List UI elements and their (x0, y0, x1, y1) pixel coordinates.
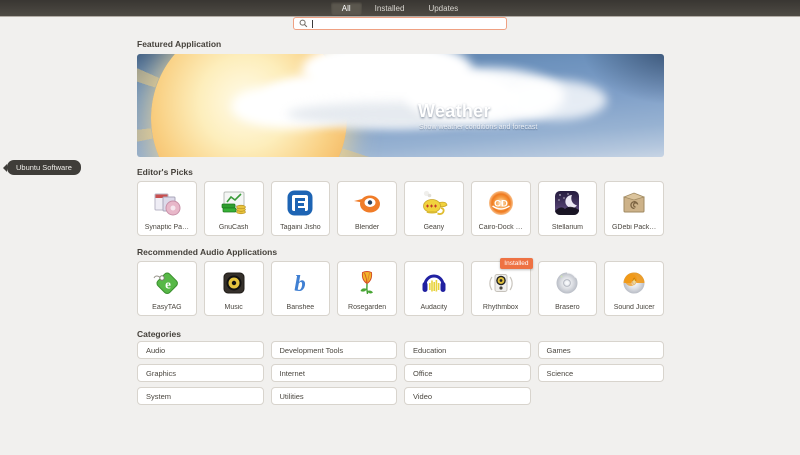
tagaini-jisho-icon (284, 187, 316, 219)
app-tile-sound-juicer[interactable]: Sound Juicer (604, 261, 664, 316)
app-tile-label: GDebi Pack… (612, 224, 656, 231)
app-tile-label: Rosegarden (348, 304, 386, 311)
rosegarden-icon (351, 267, 383, 299)
brasero-icon (551, 267, 583, 299)
section-title-categories: Categories (137, 329, 181, 339)
app-tile-brasero[interactable]: Brasero (538, 261, 598, 316)
synaptic-icon (151, 187, 183, 219)
app-tile-label: Tagaini Jisho (280, 224, 320, 231)
app-tile-tagaini-jisho[interactable]: Tagaini Jisho (271, 181, 331, 236)
app-tile-easytag[interactable]: e EasyTAG (137, 261, 197, 316)
music-icon (218, 267, 250, 299)
category-office[interactable]: Office (404, 364, 531, 382)
svg-text:b: b (295, 271, 307, 296)
app-tile-label: GnuCash (219, 224, 249, 231)
app-tile-label: Synaptic Pa… (145, 224, 189, 231)
app-tile-blender[interactable]: Blender (337, 181, 397, 236)
category-games[interactable]: Games (538, 341, 665, 359)
app-tile-label: EasyTAG (152, 304, 181, 311)
launcher-tooltip: Ubuntu Software (7, 160, 81, 175)
ubuntu-software-window: All Installed Updates Ubuntu Software Fe… (0, 0, 800, 455)
category-audio[interactable]: Audio (137, 341, 264, 359)
app-tile-label: Blender (355, 224, 379, 231)
section-title-featured: Featured Application (137, 39, 221, 49)
installed-badge: Installed (500, 258, 532, 269)
stellarium-icon (551, 187, 583, 219)
geany-icon (418, 187, 450, 219)
editors-picks-grid: Synaptic Pa… G (137, 181, 664, 236)
app-tile-audacity[interactable]: Audacity (404, 261, 464, 316)
category-video[interactable]: Video (404, 387, 531, 405)
banshee-icon: b (284, 267, 316, 299)
gdebi-icon (618, 187, 650, 219)
sound-juicer-icon (618, 267, 650, 299)
category-education[interactable]: Education (404, 341, 531, 359)
app-tile-label: Geany (424, 224, 445, 231)
app-tile-label: Sound Juicer (614, 304, 655, 311)
app-tile-stellarium[interactable]: Stellarium (538, 181, 598, 236)
category-system[interactable]: System (137, 387, 264, 405)
section-title-editors-picks: Editor's Picks (137, 167, 193, 177)
featured-banner[interactable]: Weather Show weather conditions and fore… (137, 54, 664, 157)
category-internet[interactable]: Internet (271, 364, 398, 382)
cloud-graphic (502, 80, 607, 120)
app-tile-music[interactable]: Music (204, 261, 264, 316)
app-tile-label: Banshee (287, 304, 315, 311)
app-tile-label: Music (224, 304, 242, 311)
category-development-tools[interactable]: Development Tools (271, 341, 398, 359)
category-science[interactable]: Science (538, 364, 665, 382)
audacity-icon (418, 267, 450, 299)
app-tile-banshee[interactable]: b Banshee (271, 261, 331, 316)
gnucash-icon (218, 187, 250, 219)
categories-grid: Audio Development Tools Education Games … (137, 341, 664, 405)
category-utilities[interactable]: Utilities (271, 387, 398, 405)
main-content: Featured Application Weather Show weathe… (137, 0, 664, 455)
blender-icon (351, 187, 383, 219)
app-tile-rosegarden[interactable]: Rosegarden (337, 261, 397, 316)
featured-app-description: Show weather conditions and forecast (419, 124, 537, 131)
app-tile-gnucash[interactable]: GnuCash (204, 181, 264, 236)
app-tile-synaptic[interactable]: Synaptic Pa… (137, 181, 197, 236)
app-tile-label: Cairo-Dock … (479, 224, 523, 231)
category-graphics[interactable]: Graphics (137, 364, 264, 382)
app-tile-rhythmbox[interactable]: Installed Rhythmbox (471, 261, 531, 316)
section-title-audio: Recommended Audio Applications (137, 247, 277, 257)
easytag-icon: e (151, 267, 183, 299)
cairo-dock-icon: CD (485, 187, 517, 219)
featured-app-name: Weather (418, 101, 491, 122)
app-tile-label: Rhythmbox (483, 304, 518, 311)
app-tile-label: Brasero (555, 304, 580, 311)
app-tile-geany[interactable]: Geany (404, 181, 464, 236)
audio-apps-grid: e EasyTAG Music (137, 261, 664, 316)
app-tile-label: Audacity (420, 304, 447, 311)
rhythmbox-icon (485, 267, 517, 299)
app-tile-label: Stellarium (552, 224, 583, 231)
app-tile-cairo-dock[interactable]: CD Cairo-Dock … (471, 181, 531, 236)
app-tile-gdebi[interactable]: GDebi Pack… (604, 181, 664, 236)
svg-text:e: e (165, 277, 171, 292)
